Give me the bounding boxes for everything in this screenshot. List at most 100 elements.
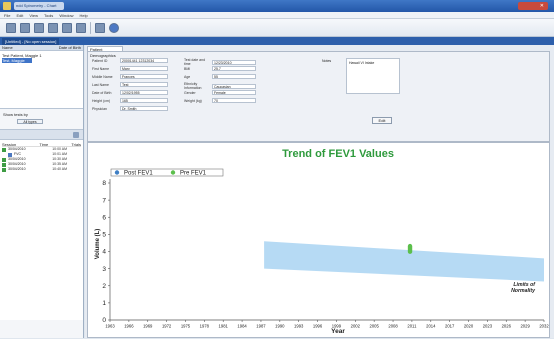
refresh-icon[interactable] xyxy=(73,132,79,138)
test-date-input[interactable]: 12/23/2010 xyxy=(212,59,256,65)
column-trials[interactable]: Trials xyxy=(71,142,81,147)
main-pane: Patient ID 20001441 12312034 First Name Ma… xyxy=(85,45,554,338)
save-icon[interactable] xyxy=(34,22,44,33)
menu-help[interactable]: Help xyxy=(80,13,88,18)
y-tick-label: 4 xyxy=(102,249,106,256)
y-tick-label: 7 xyxy=(102,197,106,204)
field-middle-name: Middle Name Frances xyxy=(92,74,168,79)
field-gender: Gender Female xyxy=(184,90,256,95)
weight-input[interactable]: 70 xyxy=(212,98,256,103)
session-icon xyxy=(2,147,6,152)
tree-item-patient-2[interactable]: Test, Maggie xyxy=(2,58,32,63)
x-tick-label: 2011 xyxy=(407,324,417,329)
dob-input[interactable]: 12/02/1955 xyxy=(120,90,168,95)
y-axis-label: Volume (L) xyxy=(95,229,101,260)
title-bar: ndd Spirometry - Chart ✕ xyxy=(0,0,554,12)
menu-view[interactable]: View xyxy=(29,13,38,18)
session-time: 10:40 AM xyxy=(52,167,67,171)
x-tick-label: 2029 xyxy=(520,324,530,329)
x-tick-label: 2002 xyxy=(351,324,361,329)
x-tick-label: 1981 xyxy=(219,324,229,329)
test-icon xyxy=(8,152,12,157)
column-name[interactable]: Name xyxy=(2,45,13,50)
x-tick-label: 1969 xyxy=(143,324,153,329)
field-age: Age 55 xyxy=(184,74,256,79)
patient-tree: Test Patient, Maggie 1 Test, Maggie xyxy=(0,51,83,109)
help-icon[interactable] xyxy=(109,22,119,33)
session-icon xyxy=(2,157,6,162)
menu-tools[interactable]: Tools xyxy=(44,13,53,18)
export-icon[interactable] xyxy=(76,22,86,33)
last-name-input[interactable]: Test xyxy=(120,82,168,87)
test-filter: Show tests by All types xyxy=(0,109,83,129)
new-patient-icon[interactable] xyxy=(6,22,16,33)
menu-window[interactable]: Window xyxy=(59,13,73,18)
x-tick-label: 2014 xyxy=(426,324,436,329)
field-test-date: Test date and time 12/23/2010 xyxy=(184,58,256,66)
patient-id-input[interactable]: 20001441 12312034 xyxy=(120,58,168,63)
demographics-panel: Patient ID 20001441 12312034 First Name Ma… xyxy=(87,51,550,142)
x-tick-label: 2008 xyxy=(388,324,398,329)
column-session[interactable]: Session xyxy=(2,142,16,147)
legend-post-fev1-marker xyxy=(114,170,120,175)
middle-name-input[interactable]: Frances xyxy=(120,74,168,79)
x-axis-label: Year xyxy=(331,328,345,335)
y-tick-label: 5 xyxy=(102,232,106,239)
y-tick-label: 3 xyxy=(102,266,106,273)
x-tick-label: 1975 xyxy=(181,324,191,329)
session-row[interactable]: 30/04/2010 10:40 AM xyxy=(2,167,81,172)
edit-button[interactable]: Edit xyxy=(372,117,392,124)
field-weight: Weight (kg) 70 xyxy=(184,98,256,103)
field-ethnicity: Ethnicity Information Caucasian xyxy=(184,82,256,90)
field-first-name: First Name Mary xyxy=(92,66,168,71)
field-last-name: Last Name Test xyxy=(92,82,168,87)
x-tick-label: 2023 xyxy=(483,324,493,329)
field-dob: Date of Birth 12/02/1955 xyxy=(92,90,168,95)
gender-input[interactable]: Female xyxy=(212,90,256,95)
report-icon[interactable] xyxy=(48,22,58,33)
legend-post-fev1-label: Post FEV1 xyxy=(124,171,153,177)
x-tick-label: 1996 xyxy=(313,324,323,329)
normality-band xyxy=(264,241,544,282)
print-icon[interactable] xyxy=(62,22,72,33)
y-tick-label: 1 xyxy=(102,300,106,307)
chart-svg: Trend of FEV1 Values Post FEV1 Pre FEV1 … xyxy=(95,148,549,335)
age-input[interactable]: 55 xyxy=(212,74,256,79)
session-toolbar xyxy=(0,129,83,140)
toolbar-separator xyxy=(90,21,91,34)
first-name-input[interactable]: Mary xyxy=(120,66,168,71)
x-tick-label: 2005 xyxy=(370,324,380,329)
pre-fev1-point xyxy=(407,243,413,254)
menu-edit[interactable]: Edit xyxy=(16,13,23,18)
column-time[interactable]: Time xyxy=(39,142,48,147)
filter-dropdown[interactable]: All types xyxy=(17,119,43,124)
x-tick-label: 1990 xyxy=(275,324,285,329)
height-input[interactable]: 165 xyxy=(120,98,168,103)
menu-bar: File Edit View Tools Window Help xyxy=(0,12,554,19)
notes-label: Notes xyxy=(322,59,332,63)
tab-demographics[interactable]: Patient Demographics xyxy=(87,46,123,58)
menu-file[interactable]: File xyxy=(4,13,10,18)
chart-title: Trend of FEV1 Values xyxy=(282,148,394,160)
filter-label: Show tests by xyxy=(3,112,28,117)
notes-field[interactable]: Hawaii VI Intake xyxy=(346,58,400,94)
settings-icon[interactable] xyxy=(95,22,105,33)
window-title: ndd Spirometry - Chart xyxy=(14,2,64,10)
session-icon xyxy=(2,162,6,167)
close-icon[interactable]: ✕ xyxy=(518,2,548,10)
bmi-input[interactable]: 25.7 xyxy=(212,66,256,71)
ethnicity-input[interactable]: Caucasian xyxy=(212,83,256,89)
toolbar xyxy=(0,19,554,37)
y-tick-label: 8 xyxy=(102,180,106,187)
tab-active-document[interactable]: [Untitled] - [No open session] xyxy=(2,38,60,45)
x-tick-label: 1978 xyxy=(200,324,210,329)
x-tick-label: 1993 xyxy=(294,324,304,329)
physician-input[interactable]: Dr. Smith xyxy=(120,106,168,111)
field-bmi: BMI 25.7 xyxy=(184,66,256,71)
column-dob[interactable]: Date of Birth xyxy=(59,45,81,50)
window-controls[interactable]: ✕ xyxy=(518,2,548,10)
open-icon[interactable] xyxy=(20,22,30,33)
y-tick-label: 2 xyxy=(102,283,106,290)
normality-label-line2: Normality xyxy=(511,288,536,294)
plot-area: 0123456781963 1966 1969 1972 1975 1978 1981 198… xyxy=(102,179,549,329)
